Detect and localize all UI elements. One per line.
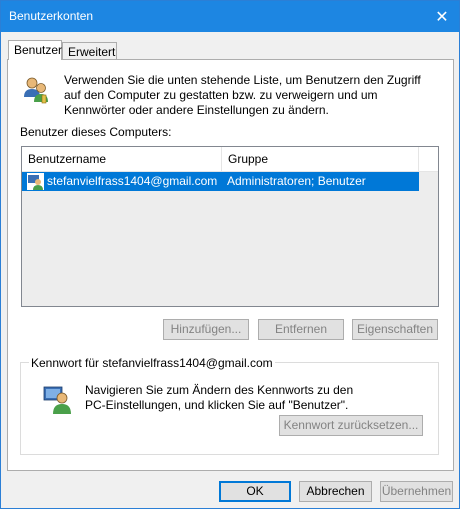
tab-benutzer[interactable]: Benutzer xyxy=(8,40,62,60)
row-username: stefanvielfrass1404@gmail.com xyxy=(47,174,218,188)
apply-button[interactable]: Übernehmen xyxy=(380,481,453,502)
properties-button[interactable]: Eigenschaften xyxy=(352,319,438,340)
tab-erweitert[interactable]: Erweitert xyxy=(62,42,117,60)
list-header: Benutzername Gruppe xyxy=(22,147,438,172)
password-group-text: Navigieren Sie zum Ändern des Kennworts … xyxy=(85,383,354,412)
title-bar[interactable]: Benutzerkonten ✕ xyxy=(1,1,459,32)
users-icon xyxy=(24,77,48,104)
ok-button[interactable]: OK xyxy=(219,481,291,502)
column-header-group[interactable]: Gruppe xyxy=(222,147,419,171)
users-heading: Benutzer dieses Computers: xyxy=(20,125,172,139)
add-button[interactable]: Hinzufügen... xyxy=(163,319,249,340)
reset-password-button[interactable]: Kennwort zurücksetzen... xyxy=(279,415,423,436)
column-header-filler xyxy=(419,147,438,171)
tab-benutzer-label: Benutzer xyxy=(14,43,63,57)
row-group: Administratoren; Benutzer xyxy=(227,174,366,188)
users-list[interactable]: Benutzername Gruppe stefanvielfrass1404@… xyxy=(21,146,439,307)
window-title: Benutzerkonten xyxy=(9,9,94,23)
remove-button[interactable]: Entfernen xyxy=(258,319,344,340)
table-row[interactable]: stefanvielfrass1404@gmail.com Administra… xyxy=(22,172,419,191)
column-header-username[interactable]: Benutzername xyxy=(22,147,222,171)
close-icon[interactable]: ✕ xyxy=(425,1,459,32)
user-accounts-window: Benutzerkonten ✕ Benutzer Erweitert Verw… xyxy=(0,0,460,509)
tab-erweitert-label: Erweitert xyxy=(68,45,116,59)
cancel-button[interactable]: Abbrechen xyxy=(299,481,372,502)
user-row-icon xyxy=(27,173,44,190)
intro-text: Verwenden Sie die unten stehende Liste, … xyxy=(64,73,421,117)
password-group-title: Kennwort für stefanvielfrass1404@gmail.c… xyxy=(29,356,275,370)
user-password-icon xyxy=(43,386,71,414)
